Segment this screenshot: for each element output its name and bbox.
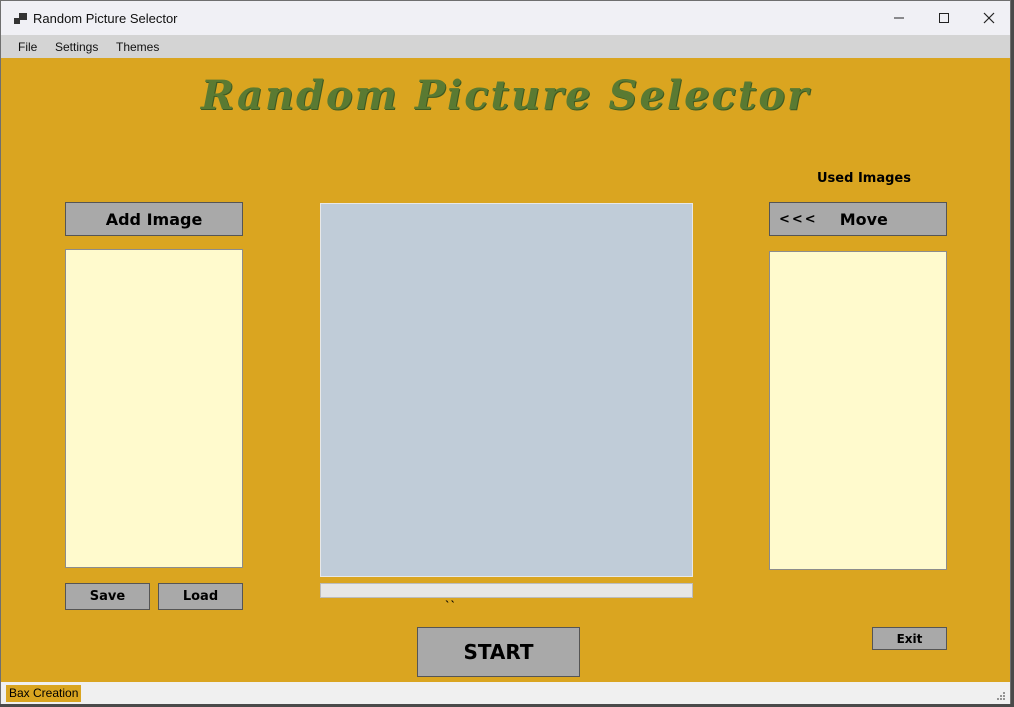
resize-grip-icon[interactable] bbox=[996, 691, 1006, 701]
maximize-button[interactable] bbox=[921, 1, 967, 35]
start-button[interactable]: START bbox=[417, 627, 580, 677]
load-button[interactable]: Load bbox=[158, 583, 243, 610]
app-window: Random Picture Selector File Settings Th… bbox=[0, 0, 1011, 704]
status-label: Bax Creation bbox=[6, 685, 82, 702]
app-icon bbox=[14, 13, 27, 24]
menu-settings[interactable]: Settings bbox=[55, 40, 98, 54]
tick-mark: `` bbox=[445, 599, 456, 612]
minimize-button[interactable] bbox=[876, 1, 922, 35]
maximize-icon bbox=[939, 13, 949, 23]
menu-bar: File Settings Themes bbox=[1, 35, 1010, 58]
move-label: Move bbox=[839, 209, 888, 229]
save-button[interactable]: Save bbox=[65, 583, 150, 610]
minimize-icon bbox=[894, 17, 904, 19]
window-title: Random Picture Selector bbox=[33, 11, 178, 26]
used-images-label: Used Images bbox=[817, 171, 911, 186]
close-button[interactable] bbox=[966, 1, 1012, 35]
progress-bar bbox=[320, 583, 693, 598]
status-bar: Bax Creation bbox=[1, 682, 1010, 704]
move-arrows: <<< bbox=[779, 211, 818, 227]
image-list[interactable] bbox=[65, 249, 243, 568]
title-bar[interactable]: Random Picture Selector bbox=[1, 1, 1010, 35]
close-icon bbox=[983, 12, 995, 24]
used-images-list[interactable] bbox=[769, 251, 947, 570]
menu-file[interactable]: File bbox=[18, 40, 37, 54]
move-button[interactable]: <<< Move bbox=[769, 202, 947, 236]
menu-themes[interactable]: Themes bbox=[116, 40, 159, 54]
add-image-button[interactable]: Add Image bbox=[65, 202, 243, 236]
app-heading: Random Picture Selector bbox=[200, 72, 811, 119]
main-panel: Random Picture Selector Add Image Save L… bbox=[1, 58, 1010, 682]
picture-display bbox=[320, 203, 693, 577]
exit-button[interactable]: Exit bbox=[872, 627, 947, 650]
